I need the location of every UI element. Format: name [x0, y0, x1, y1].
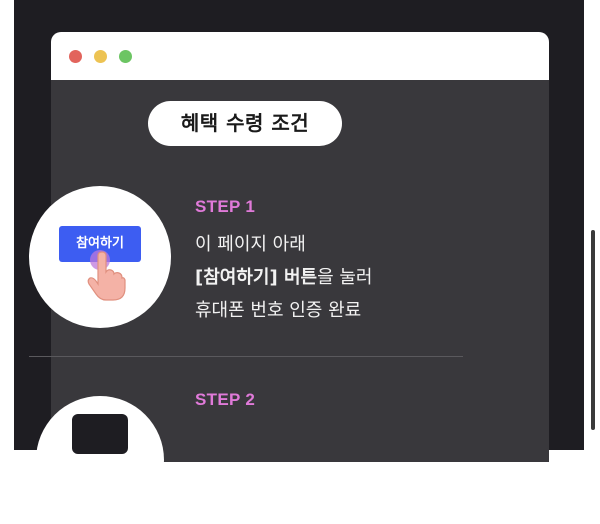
phone-icon: [72, 414, 128, 454]
step1-text-line1: 이 페이지 아래: [195, 234, 306, 255]
tap-hand-icon: [87, 251, 126, 301]
step1-label: STEP 1: [195, 197, 256, 216]
step1-bold-text: [참여하기] 버튼: [195, 267, 318, 288]
step2-label: STEP 2: [195, 390, 256, 409]
step1-text-rest: 을 눌러: [317, 267, 373, 288]
step1-text-line2: [참여하기] 버튼을 눌러: [195, 263, 373, 289]
step1-text-line3: 휴대폰 번호 인증 완료: [195, 300, 362, 321]
scrollbar-thumb[interactable]: [591, 230, 595, 430]
section-title-pill: 혜택 수령 조건: [148, 101, 342, 146]
window-titlebar: [51, 32, 549, 80]
page: 혜택 수령 조건 참여하기 STEP 1 이 페이지 아래 [참여하기] 버튼을…: [0, 0, 600, 524]
minimize-dot-icon[interactable]: [94, 50, 107, 63]
step-divider: [29, 356, 463, 357]
maximize-dot-icon[interactable]: [119, 50, 132, 63]
close-dot-icon[interactable]: [69, 50, 82, 63]
